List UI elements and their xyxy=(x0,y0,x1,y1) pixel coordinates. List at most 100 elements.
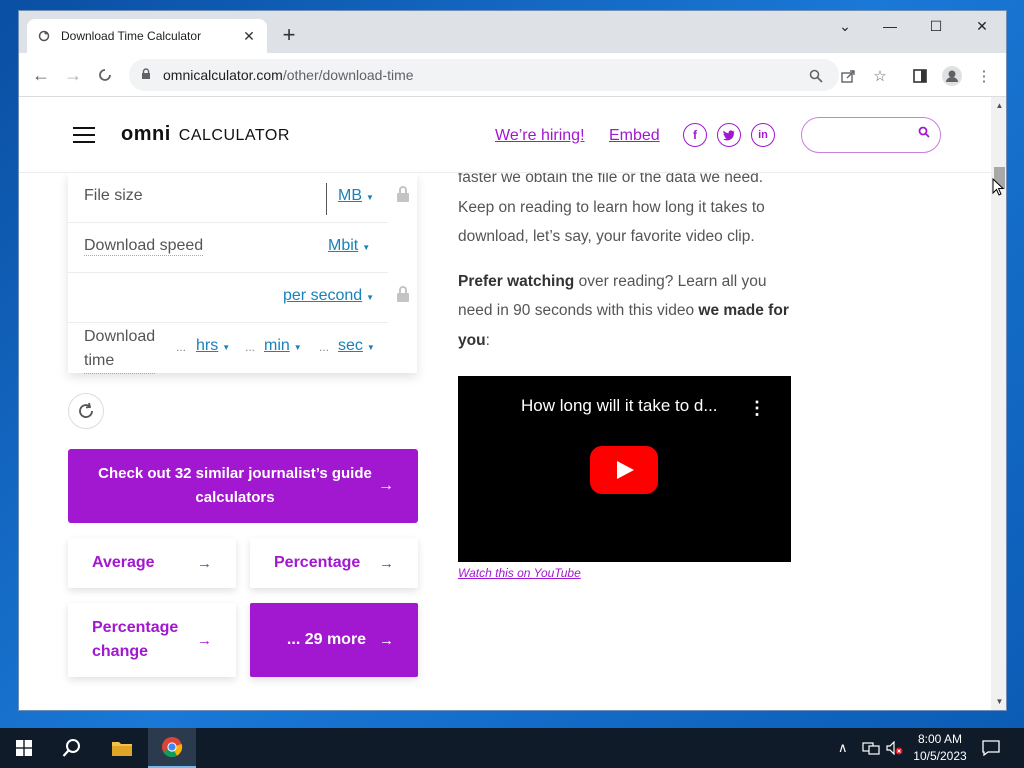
linkedin-icon[interactable]: in xyxy=(751,123,775,147)
download-speed-row: Download speed Mbit ▼ xyxy=(68,223,388,273)
mouse-cursor-icon xyxy=(992,177,1005,196)
url-path: /other/download-time xyxy=(282,67,414,83)
arrow-right-icon: → xyxy=(378,477,394,494)
forward-arrow-icon[interactable]: → xyxy=(61,63,85,87)
related-average-label: Average xyxy=(92,554,155,571)
min-unit-select[interactable]: min ▼ xyxy=(264,337,302,355)
watch-on-youtube-link[interactable]: Watch this on YouTube xyxy=(458,566,581,580)
search-icon[interactable] xyxy=(48,728,96,768)
search-icon[interactable] xyxy=(805,65,827,87)
bookmark-star-icon[interactable]: ☆ xyxy=(869,65,891,87)
article-paragraph: Keep on reading to learn how long it tak… xyxy=(458,198,765,246)
file-size-unit-text: MB xyxy=(338,187,362,204)
close-tab-icon[interactable]: ✕ xyxy=(241,28,257,44)
system-clock[interactable]: 8:00 AM 10/5/2023 xyxy=(910,731,970,765)
file-size-row: File size MB ▼ xyxy=(68,173,388,223)
page-viewport: faster we obtain the file or the data we… xyxy=(19,97,991,710)
hrs-unit-select[interactable]: hrs ▼ xyxy=(196,337,230,355)
omni-favicon-icon xyxy=(37,29,51,43)
download-speed-label: Download speed xyxy=(84,237,204,256)
more-calculators-button[interactable]: ... 29 more → xyxy=(250,603,418,677)
per-second-select[interactable]: per second ▼ xyxy=(283,287,374,305)
notifications-icon[interactable] xyxy=(982,728,1000,768)
download-time-label: Download time xyxy=(84,325,156,374)
youtube-play-icon[interactable] xyxy=(590,446,658,494)
minimize-button[interactable]: — xyxy=(867,11,913,41)
related-percentage-button[interactable]: Percentage → xyxy=(250,538,418,588)
download-speed-unit-select[interactable]: Mbit ▼ xyxy=(328,237,370,255)
lock-icon[interactable] xyxy=(396,286,410,302)
sec-unit-text: sec xyxy=(338,337,363,354)
arrow-right-icon: → xyxy=(379,631,394,649)
twitter-icon[interactable] xyxy=(717,123,741,147)
close-window-button[interactable]: ✕ xyxy=(959,11,1005,41)
tab-title: Download Time Calculator xyxy=(61,29,202,43)
arrow-right-icon: → xyxy=(197,631,212,649)
chevron-down-icon: ▼ xyxy=(366,343,375,352)
embed-link[interactable]: Embed xyxy=(609,127,660,145)
site-search-input[interactable] xyxy=(801,117,941,153)
similar-calculators-label: Check out 32 similar journalist’s guide … xyxy=(98,465,372,506)
logo-omni: omni xyxy=(121,123,171,145)
tab-bar: Download Time Calculator ✕ + ⌄ — ☐ ✕ xyxy=(19,11,1006,53)
file-explorer-icon[interactable] xyxy=(98,728,146,768)
min-unit-text: min xyxy=(264,337,290,354)
stop-loading-icon[interactable] xyxy=(93,63,117,87)
lock-icon xyxy=(141,67,155,83)
tray-chevron-up-icon[interactable]: ∧ xyxy=(838,728,848,768)
sec-unit-select[interactable]: sec ▼ xyxy=(338,337,375,355)
scroll-up-icon[interactable]: ▲ xyxy=(995,101,1004,110)
side-panel-icon[interactable] xyxy=(909,65,931,87)
address-bar[interactable]: omnicalculator.com/other/download-time xyxy=(129,59,839,91)
windows-start-icon[interactable] xyxy=(0,728,48,768)
arrow-right-icon: → xyxy=(197,554,212,572)
file-size-unit-select[interactable]: MB ▼ xyxy=(338,187,374,205)
facebook-icon[interactable]: f xyxy=(683,123,707,147)
hrs-unit-text: hrs xyxy=(196,337,219,354)
prefer-end: : xyxy=(485,331,490,349)
lock-icon[interactable] xyxy=(396,186,410,202)
volume-muted-icon[interactable] xyxy=(886,728,904,768)
arrow-right-icon: → xyxy=(379,554,394,572)
tab-download-time-calculator[interactable]: Download Time Calculator ✕ xyxy=(27,19,267,53)
download-time-row: Download time ... hrs ▼ ... min ▼ ... sec ▼ xyxy=(68,323,388,374)
calculator-card: File size MB ▼ Download speed Mbit ▼ per s… xyxy=(68,173,417,374)
similar-calculators-button[interactable]: Check out 32 similar journalist’s guide … xyxy=(68,449,418,523)
related-average-button[interactable]: Average → xyxy=(68,538,236,588)
hiring-link[interactable]: We’re hiring! xyxy=(495,127,585,145)
scroll-down-icon[interactable]: ▼ xyxy=(995,697,1004,706)
site-header: omni CALCULATOR We’re hiring! Embed f in xyxy=(19,97,991,173)
video-more-icon[interactable]: ⋮ xyxy=(748,398,766,419)
network-icon[interactable] xyxy=(862,728,880,768)
hrs-value[interactable]: ... xyxy=(176,340,186,354)
tab-search-chevron-icon[interactable]: ⌄ xyxy=(822,11,868,41)
min-value[interactable]: ... xyxy=(245,340,255,354)
omni-logo[interactable]: omni CALCULATOR xyxy=(121,123,290,146)
sec-value[interactable]: ... xyxy=(319,340,329,354)
article-prefer-paragraph: Prefer watching over reading? Learn all … xyxy=(458,267,798,356)
clock-date: 10/5/2023 xyxy=(913,749,967,763)
maximize-button[interactable]: ☐ xyxy=(913,11,959,41)
input-cursor xyxy=(326,183,327,215)
back-arrow-icon[interactable]: ← xyxy=(29,63,53,87)
hamburger-menu-icon[interactable] xyxy=(73,127,95,143)
chevron-down-icon: ▼ xyxy=(222,343,231,352)
download-time-label-2: time xyxy=(84,352,115,369)
youtube-video-embed[interactable]: How long will it take to d... ⋮ xyxy=(458,376,791,562)
url-domain: omnicalculator.com xyxy=(163,67,283,83)
share-icon[interactable] xyxy=(837,65,859,87)
browser-window: Download Time Calculator ✕ + ⌄ — ☐ ✕ ← →… xyxy=(18,10,1007,711)
related-percentage-change-button[interactable]: Percentage change → xyxy=(68,603,236,677)
more-calculators-label: ... 29 more xyxy=(286,631,367,648)
file-size-label: File size xyxy=(84,187,143,204)
browser-toolbar: ← → omnicalculator.com/other/download-ti… xyxy=(19,53,1006,97)
logo-calculator: CALCULATOR xyxy=(178,127,290,144)
profile-avatar-icon[interactable] xyxy=(941,65,963,87)
chrome-menu-icon[interactable]: ⋮ xyxy=(973,65,995,87)
chevron-down-icon: ▼ xyxy=(366,193,374,202)
new-tab-button[interactable]: + xyxy=(277,24,301,48)
chrome-taskbar-icon[interactable] xyxy=(148,728,196,768)
search-icon xyxy=(918,126,930,141)
chevron-down-icon: ▼ xyxy=(362,243,371,252)
reload-calculator-button[interactable] xyxy=(68,393,104,429)
